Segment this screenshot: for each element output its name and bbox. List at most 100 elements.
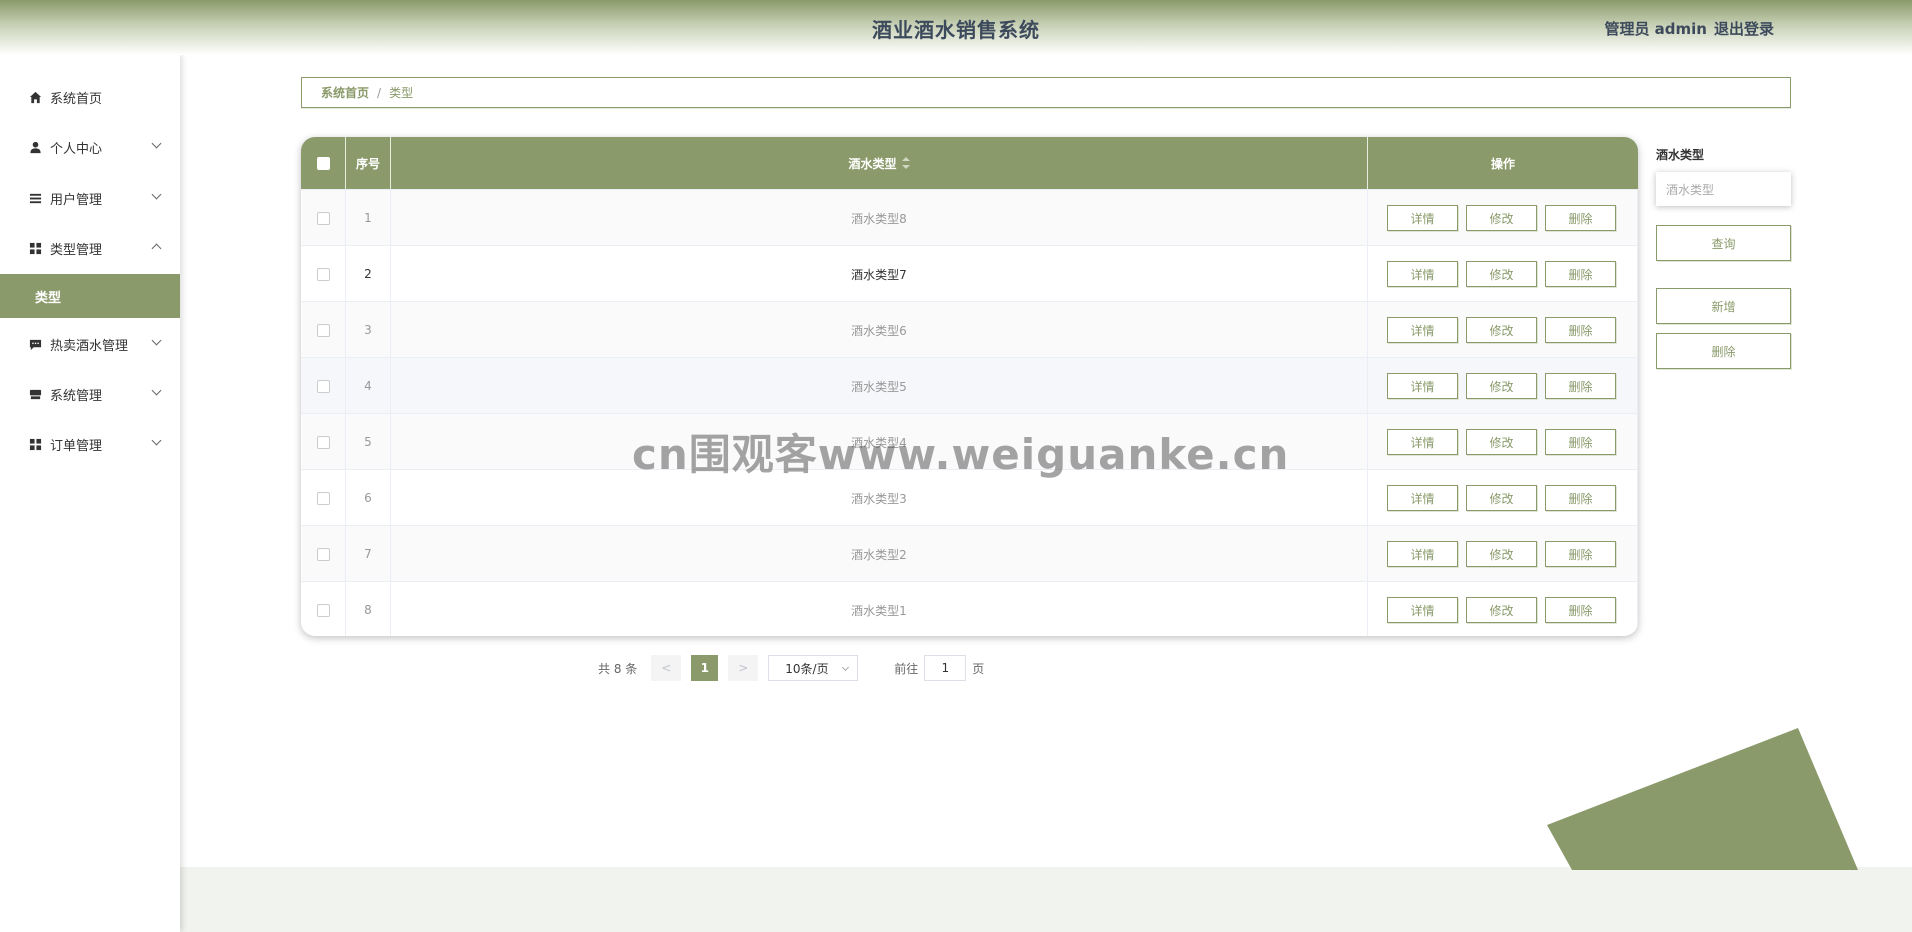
delete-button[interactable]: 删除: [1545, 429, 1616, 455]
edit-button[interactable]: 修改: [1466, 597, 1537, 623]
watermark-text: cn围观客www.weiguanke.cn: [632, 430, 1290, 479]
row-check-cell: [301, 470, 346, 526]
row-checkbox[interactable]: [316, 603, 330, 617]
row-actions: 详情 修改 删除: [1368, 414, 1638, 470]
sidebar-item-profile[interactable]: 个人中心: [0, 125, 180, 169]
edit-button[interactable]: 修改: [1466, 485, 1537, 511]
chevron-up-icon: [151, 243, 162, 254]
breadcrumb-current: 类型: [389, 86, 414, 100]
sidebar-item-orders[interactable]: 订单管理: [0, 422, 180, 466]
sidebar-item-label: 个人中心: [50, 141, 103, 157]
goto-suffix: 页: [972, 661, 985, 676]
table-row: 4 酒水类型5 详情 修改 删除: [301, 357, 1638, 414]
delete-button[interactable]: 删除: [1545, 317, 1616, 343]
row-check-cell: [301, 414, 346, 470]
delete-button[interactable]: 删除: [1545, 205, 1616, 231]
edit-button[interactable]: 修改: [1466, 541, 1537, 567]
sidebar-item-label: 用户管理: [50, 192, 103, 208]
row-actions: 详情 修改 删除: [1368, 526, 1638, 582]
grid-icon: [28, 437, 42, 451]
sidebar-item-types[interactable]: 类型管理: [0, 226, 180, 270]
add-button[interactable]: 新增: [1656, 288, 1791, 324]
row-actions: 详情 修改 删除: [1368, 582, 1638, 636]
edit-button[interactable]: 修改: [1466, 317, 1537, 343]
search-input[interactable]: 酒水类型: [1656, 172, 1791, 206]
edit-button[interactable]: 修改: [1466, 205, 1537, 231]
detail-button[interactable]: 详情: [1387, 205, 1458, 231]
table-row: 2 酒水类型7 详情 修改 删除: [301, 245, 1638, 302]
sidebar-item-label: 热卖酒水管理: [50, 338, 129, 354]
table-row: 1 酒水类型8 详情 修改 删除: [301, 189, 1638, 246]
edit-button[interactable]: 修改: [1466, 429, 1537, 455]
header-type[interactable]: 酒水类型: [391, 137, 1368, 189]
delete-button[interactable]: 删除: [1545, 485, 1616, 511]
detail-button[interactable]: 详情: [1387, 373, 1458, 399]
chevron-down-icon: [151, 385, 162, 396]
table-row: 8 酒水类型1 详情 修改 删除: [301, 581, 1638, 636]
row-checkbox[interactable]: [316, 547, 330, 561]
row-no: 4: [346, 358, 391, 414]
header-type-label: 酒水类型: [848, 156, 897, 171]
data-table: 序号 酒水类型 操作 1 酒水类型8 详情 修改 删除 2 酒水类型7 详情 修改 删除 3 酒水类型…: [301, 137, 1638, 636]
row-no: 5: [346, 414, 391, 470]
sidebar-item-system[interactable]: 系统管理: [0, 372, 180, 416]
delete-button[interactable]: 删除: [1545, 597, 1616, 623]
header-check-cell: [301, 137, 346, 189]
store-icon: [28, 387, 42, 401]
goto-prefix: 前往: [894, 661, 919, 676]
batch-delete-button[interactable]: 删除: [1656, 333, 1791, 369]
row-checkbox[interactable]: [316, 435, 330, 449]
detail-button[interactable]: 详情: [1387, 485, 1458, 511]
page-number-button[interactable]: 1: [691, 655, 719, 681]
row-actions: 详情 修改 删除: [1368, 190, 1638, 246]
table-row: 7 酒水类型2 详情 修改 删除: [301, 525, 1638, 582]
user-icon: [28, 140, 42, 154]
delete-button[interactable]: 删除: [1545, 373, 1616, 399]
sidebar-item-home[interactable]: 系统首页: [0, 75, 180, 119]
row-check-cell: [301, 358, 346, 414]
detail-button[interactable]: 详情: [1387, 429, 1458, 455]
row-no: 1: [346, 190, 391, 246]
chevron-down-icon: [151, 189, 162, 200]
delete-button[interactable]: 删除: [1545, 541, 1616, 567]
chevron-down-icon: [842, 663, 850, 672]
detail-button[interactable]: 详情: [1387, 317, 1458, 343]
row-checkbox[interactable]: [316, 379, 330, 393]
table-row: 3 酒水类型6 详情 修改 删除: [301, 301, 1638, 358]
row-actions: 详情 修改 删除: [1368, 470, 1638, 526]
pagination-total: 共 8 条: [598, 661, 638, 676]
page-size-select[interactable]: 10条/页: [768, 655, 859, 681]
row-no: 6: [346, 470, 391, 526]
row-checkbox[interactable]: [316, 211, 330, 225]
row-no: 2: [346, 246, 391, 302]
query-button[interactable]: 查询: [1656, 225, 1791, 261]
row-check-cell: [301, 582, 346, 636]
delete-button[interactable]: 删除: [1545, 261, 1616, 287]
select-all-checkbox[interactable]: [316, 156, 330, 170]
goto-page-input[interactable]: 1: [924, 655, 967, 681]
sidebar-item-hot-drinks[interactable]: 热卖酒水管理: [0, 322, 180, 366]
next-page-button[interactable]: >: [728, 655, 759, 681]
detail-button[interactable]: 详情: [1387, 597, 1458, 623]
row-check-cell: [301, 190, 346, 246]
row-no: 8: [346, 582, 391, 636]
detail-button[interactable]: 详情: [1387, 261, 1458, 287]
chevron-down-icon: [151, 335, 162, 346]
sidebar-subitem-type[interactable]: 类型: [0, 274, 180, 318]
row-type: 酒水类型6: [391, 302, 1368, 358]
row-check-cell: [301, 246, 346, 302]
header-op: 操作: [1490, 156, 1515, 171]
logout-link[interactable]: 退出登录: [1714, 18, 1774, 39]
edit-button[interactable]: 修改: [1466, 373, 1537, 399]
sidebar-item-label: 订单管理: [50, 438, 103, 454]
detail-button[interactable]: 详情: [1387, 541, 1458, 567]
row-checkbox[interactable]: [316, 267, 330, 281]
row-checkbox[interactable]: [316, 323, 330, 337]
row-checkbox[interactable]: [316, 491, 330, 505]
row-no: 3: [346, 302, 391, 358]
sort-icon[interactable]: [901, 157, 910, 169]
breadcrumb-home-link[interactable]: 系统首页: [321, 84, 369, 101]
prev-page-button[interactable]: <: [651, 655, 682, 681]
edit-button[interactable]: 修改: [1466, 261, 1537, 287]
sidebar-item-users[interactable]: 用户管理: [0, 176, 180, 220]
